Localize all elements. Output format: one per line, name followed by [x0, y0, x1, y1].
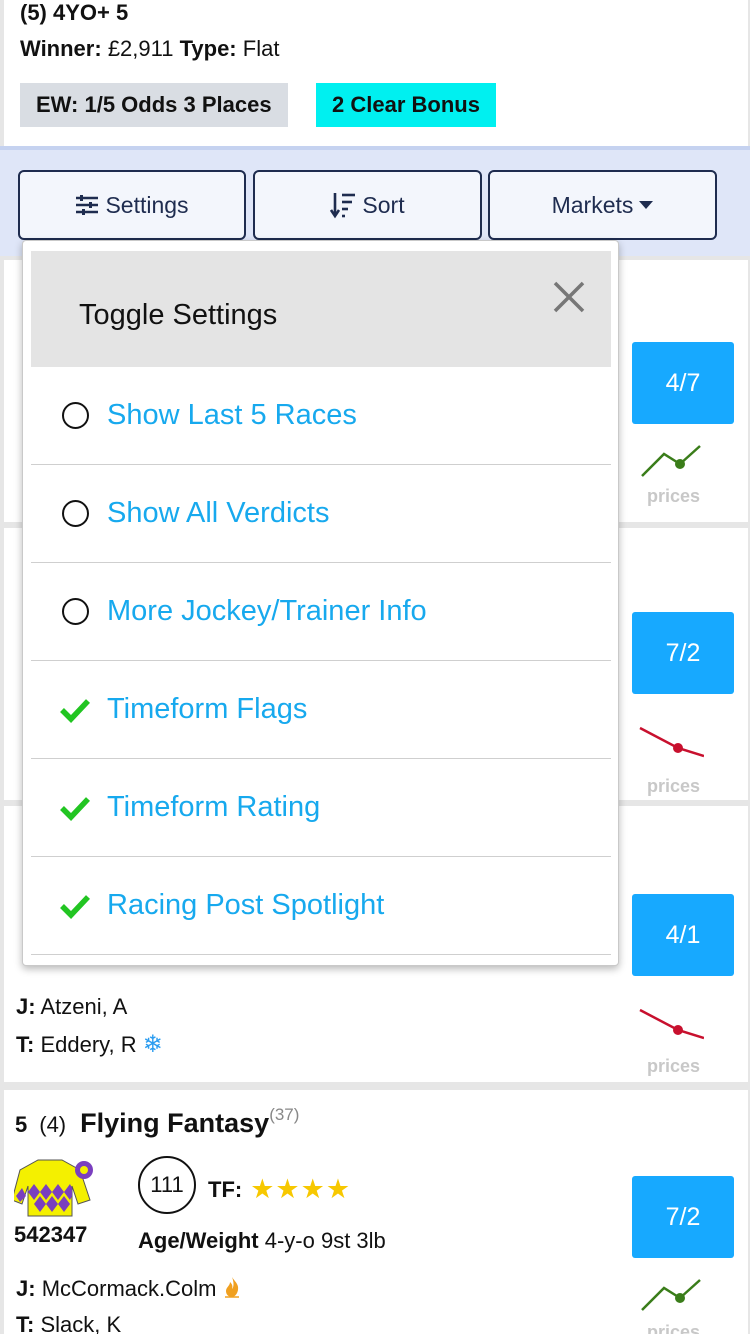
jockey-line: J: Atzeni, A	[16, 994, 127, 1020]
toggle-racing-post-spotlight[interactable]: Racing Post Spotlight	[31, 857, 611, 955]
race-card-page: (5) 4YO+ 5 Winner: £2,911 Type: Flat EW:…	[0, 0, 750, 1334]
caret-down-icon	[639, 201, 654, 209]
sort-button[interactable]: Sort	[253, 170, 482, 240]
price-button[interactable]: 7/2	[632, 1176, 734, 1258]
flame-icon	[223, 1276, 241, 1304]
runner-card: 5 (4) Flying Fantasy (37) 542347 111 TF:…	[4, 1090, 748, 1334]
trend-up-icon[interactable]	[638, 444, 704, 480]
race-header: (5) 4YO+ 5 Winner: £2,911 Type: Flat EW:…	[4, 0, 748, 146]
type-value: Flat	[242, 36, 280, 61]
trend-up-icon[interactable]	[638, 1278, 704, 1314]
prices-link[interactable]: prices	[647, 776, 700, 797]
snowflake-icon: ❄	[142, 1031, 163, 1058]
trend-down-icon[interactable]	[638, 724, 704, 760]
trainer-name[interactable]: Eddery, R	[40, 1032, 136, 1057]
star-icon: ★	[250, 1174, 275, 1204]
toggle-settings-dropdown: Toggle Settings Show Last 5 Races Show A…	[22, 240, 619, 966]
checkmark-icon[interactable]	[59, 893, 91, 919]
rating-circle: 111	[138, 1156, 196, 1214]
trainer-line: T: Slack, K	[16, 1312, 121, 1334]
markets-label: Markets	[551, 191, 634, 218]
jockey-label: J:	[16, 1276, 36, 1301]
settings-button[interactable]: Settings	[18, 170, 246, 240]
jockey-line: J: McCormack.Colm	[16, 1276, 241, 1304]
price-button[interactable]: 4/7	[632, 342, 734, 424]
form-figures: 542347	[14, 1222, 88, 1247]
trainer-name[interactable]: Slack, K	[40, 1312, 121, 1334]
winner-value: £2,911	[107, 36, 174, 61]
days-since-run: (37)	[269, 1105, 300, 1124]
toggle-label[interactable]: More Jockey/Trainer Info	[107, 595, 427, 628]
toggle-label[interactable]: Racing Post Spotlight	[107, 889, 384, 922]
prices-link[interactable]: prices	[647, 1322, 700, 1334]
trainer-label: T:	[16, 1032, 35, 1057]
checkmark-icon[interactable]	[59, 795, 91, 821]
age-weight-label: Age/Weight	[138, 1228, 259, 1253]
toggle-show-last-5-races[interactable]: Show Last 5 Races	[31, 367, 611, 465]
runner-heading: 5 (4) Flying Fantasy (37)	[15, 1105, 300, 1139]
star-icon: ★	[275, 1174, 300, 1204]
runner-number: 5	[15, 1112, 28, 1137]
timeform-stars: TF: ★ ★ ★ ★	[208, 1174, 351, 1205]
prices-link[interactable]: prices	[647, 486, 700, 507]
jockey-silks-icon	[14, 1159, 93, 1217]
toggle-label[interactable]: Timeform Rating	[107, 791, 320, 824]
type-label: Type:	[179, 36, 237, 61]
dropdown-title: Toggle Settings	[79, 299, 278, 331]
jockey-name[interactable]: McCormack.Colm	[42, 1276, 217, 1301]
age-weight-value: 4-y-o 9st 3lb	[264, 1228, 386, 1253]
each-way-badge: EW: 1/5 Odds 3 Places	[20, 83, 288, 127]
toggle-label[interactable]: Timeform Flags	[107, 693, 307, 726]
price-button[interactable]: 4/1	[632, 894, 734, 976]
dropdown-header: Toggle Settings	[31, 251, 611, 367]
race-meta: Winner: £2,911 Type: Flat	[20, 36, 279, 62]
star-icon: ★	[325, 1174, 351, 1204]
winner-label: Winner:	[20, 36, 102, 61]
toggle-label[interactable]: Show All Verdicts	[107, 497, 329, 530]
sort-icon	[330, 191, 356, 219]
race-title: (5) 4YO+ 5	[20, 0, 129, 25]
checkmark-icon[interactable]	[59, 697, 91, 723]
jockey-name[interactable]: Atzeni, A	[40, 994, 127, 1019]
toggle-timeform-flags[interactable]: Timeform Flags	[31, 661, 611, 759]
jockey-label: J:	[16, 994, 36, 1019]
toggle-show-all-verdicts[interactable]: Show All Verdicts	[31, 465, 611, 563]
trainer-line: T: Eddery, R ❄	[16, 1030, 163, 1059]
age-weight: Age/Weight 4-y-o 9st 3lb	[138, 1228, 386, 1254]
toggle-more-jockey-trainer-info[interactable]: More Jockey/Trainer Info	[31, 563, 611, 661]
prices-link[interactable]: prices	[647, 1056, 700, 1077]
close-icon[interactable]	[549, 277, 589, 317]
bonus-badge: 2 Clear Bonus	[316, 83, 496, 127]
radio-unchecked-icon[interactable]	[61, 402, 89, 429]
horse-name[interactable]: Flying Fantasy	[80, 1108, 269, 1139]
radio-unchecked-icon[interactable]	[61, 598, 89, 625]
tf-label: TF:	[208, 1176, 243, 1202]
markets-button[interactable]: Markets	[488, 170, 717, 240]
price-button[interactable]: 7/2	[632, 612, 734, 694]
toggle-label[interactable]: Show Last 5 Races	[107, 399, 357, 432]
sort-label: Sort	[362, 191, 405, 218]
sliders-icon	[75, 194, 99, 216]
trend-down-icon[interactable]	[638, 1006, 704, 1042]
trainer-label: T:	[16, 1312, 35, 1334]
settings-label: Settings	[105, 191, 189, 218]
toggle-timeform-rating[interactable]: Timeform Rating	[31, 759, 611, 857]
star-icon: ★	[300, 1174, 325, 1204]
radio-unchecked-icon[interactable]	[61, 500, 89, 527]
runner-draw: (4)	[39, 1112, 67, 1137]
